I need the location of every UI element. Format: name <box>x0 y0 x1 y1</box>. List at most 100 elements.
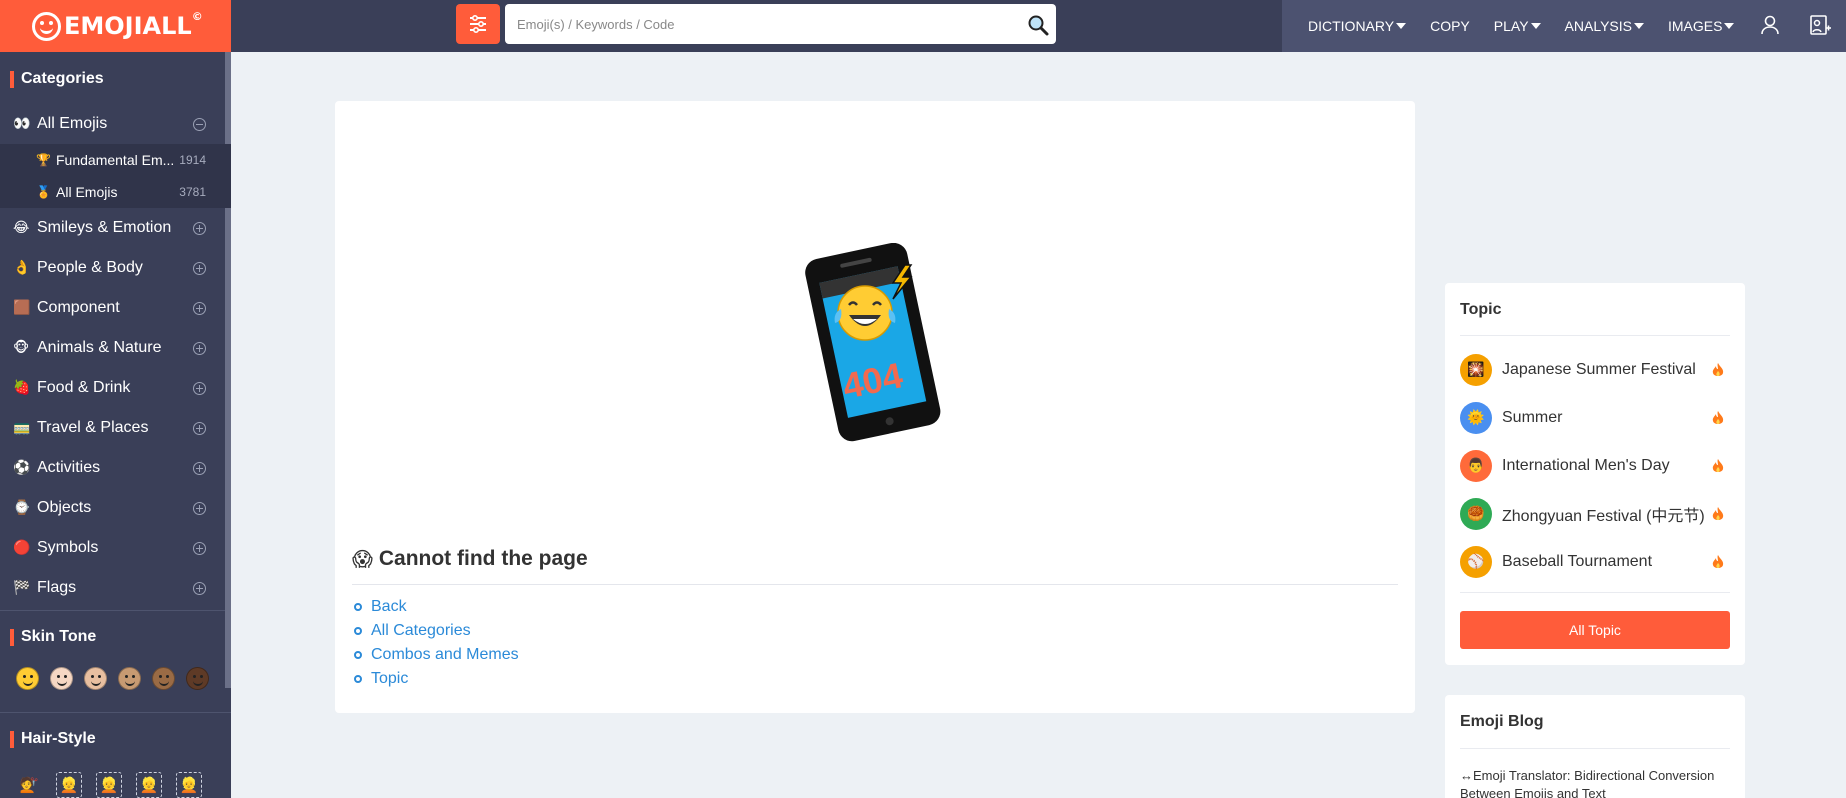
watch-icon: ⌚ <box>13 500 31 516</box>
category-smileys-emotion[interactable]: 😂 Smileys & Emotion <box>0 208 231 248</box>
caret-down-icon <box>1724 23 1735 29</box>
expand-icon[interactable] <box>193 542 206 555</box>
skin-tone-dark[interactable] <box>186 666 209 690</box>
nav-play[interactable]: PLAY <box>1482 0 1553 52</box>
fire-icon <box>1712 362 1724 376</box>
hair-style-option[interactable]: 👱 <box>56 772 82 798</box>
caret-down-icon <box>1396 23 1407 29</box>
filter-button[interactable] <box>456 4 500 44</box>
top-bar: EMOJIALL© DICTIONARY COPY PLAY ANALYSIS … <box>0 0 1846 52</box>
man-icon: 👨 <box>1460 450 1492 482</box>
back-link[interactable]: Back <box>371 598 407 616</box>
category-symbols[interactable]: 🔴 Symbols <box>0 528 231 568</box>
category-objects[interactable]: ⌚ Objects <box>0 488 231 528</box>
hair-style-option[interactable]: 👱 <box>136 772 162 798</box>
nav-images[interactable]: IMAGES <box>1656 0 1746 52</box>
fire-icon <box>1712 554 1724 568</box>
expand-icon[interactable] <box>193 582 206 595</box>
main-nav: DICTIONARY COPY PLAY ANALYSIS IMAGES <box>1282 0 1846 52</box>
category-travel-places[interactable]: 🚃 Travel & Places <box>0 408 231 448</box>
screaming-face-icon: 😱 <box>352 547 373 571</box>
add-image-icon[interactable] <box>1808 13 1832 37</box>
subcategory-fundamental[interactable]: 🏆 Fundamental Em... 1914 <box>0 144 231 176</box>
hair-style-default[interactable]: 💇 <box>16 772 42 798</box>
list-item: Back <box>354 595 519 619</box>
recovery-links: Back All Categories Combos and Memes Top… <box>354 595 519 691</box>
trophy-icon: 🏆 <box>36 153 51 167</box>
skin-tone-picker <box>0 663 231 693</box>
component-icon: 🟫 <box>13 300 31 316</box>
skin-tone-heading: Skin Tone <box>0 611 231 663</box>
expand-icon[interactable] <box>193 222 206 235</box>
topic-item[interactable]: 👨 International Men's Day <box>1460 442 1730 490</box>
category-component[interactable]: 🟫 Component <box>0 288 231 328</box>
fire-icon <box>1712 458 1724 472</box>
category-people-body[interactable]: 👌 People & Body <box>0 248 231 288</box>
mooncake-icon: 🥮 <box>1460 498 1492 530</box>
page-title: 😱 Cannot find the page <box>352 547 588 571</box>
skin-tone-medium[interactable] <box>118 666 141 690</box>
logo-text: EMOJIALL© <box>64 10 203 40</box>
hair-style-heading: Hair-Style <box>0 713 231 765</box>
monkey-icon: 🐵 <box>13 340 30 356</box>
bullet-icon <box>354 651 362 659</box>
combos-memes-link[interactable]: Combos and Memes <box>371 646 519 664</box>
fire-icon <box>1712 410 1724 424</box>
hair-style-option[interactable]: 👱 <box>176 772 202 798</box>
eyes-icon: 👀 <box>13 116 31 132</box>
fire-icon <box>1712 506 1724 520</box>
expand-icon[interactable] <box>193 262 206 275</box>
list-item: Combos and Memes <box>354 643 519 667</box>
topic-item[interactable]: 🥮 Zhongyuan Festival (中元节) <box>1460 490 1730 538</box>
search-box <box>505 4 1056 44</box>
expand-icon[interactable] <box>193 302 206 315</box>
category-flags[interactable]: 🏁 Flags <box>0 568 231 608</box>
expand-icon[interactable] <box>193 422 206 435</box>
topic-item[interactable]: 🎇 Japanese Summer Festival <box>1460 346 1730 394</box>
expand-icon[interactable] <box>193 502 206 515</box>
fireworks-icon: 🎇 <box>1460 354 1492 386</box>
search-input[interactable] <box>505 4 1005 44</box>
category-food-drink[interactable]: 🍓 Food & Drink <box>0 368 231 408</box>
bullet-icon <box>354 627 362 635</box>
topic-link[interactable]: Topic <box>371 670 408 688</box>
list-item: All Categories <box>354 619 519 643</box>
404-phone-illustration: 404 <box>805 243 941 442</box>
soccer-ball-icon: ⚽ <box>13 460 31 476</box>
category-all-emojis[interactable]: 👀 All Emojis <box>0 104 231 144</box>
ok-hand-icon: 👌 <box>13 260 31 276</box>
sidebar: Categories 👀 All Emojis 🏆 Fundamental Em… <box>0 52 231 798</box>
categories-heading: Categories <box>0 54 231 104</box>
expand-icon[interactable] <box>193 342 206 355</box>
category-activities[interactable]: ⚽ Activities <box>0 448 231 488</box>
subcategory-all-emojis[interactable]: 🏅 All Emojis 3781 <box>0 176 231 208</box>
skin-tone-medium-light[interactable] <box>84 666 107 690</box>
skin-tone-light[interactable] <box>50 666 73 690</box>
nav-analysis[interactable]: ANALYSIS <box>1553 0 1656 52</box>
blog-post-link[interactable]: ↔Emoji Translator: Bidirectional Convers… <box>1445 749 1745 798</box>
all-categories-link[interactable]: All Categories <box>371 622 471 640</box>
sun-icon: 🌞 <box>1460 402 1492 434</box>
item-count: 1914 <box>179 153 206 167</box>
hair-style-option[interactable]: 👱 <box>96 772 122 798</box>
filter-icon <box>470 15 486 33</box>
logo[interactable]: EMOJIALL© <box>0 0 231 52</box>
list-item: Topic <box>354 667 519 691</box>
skin-tone-default[interactable] <box>16 666 39 690</box>
topic-item[interactable]: ⚾ Baseball Tournament <box>1460 538 1730 586</box>
collapse-icon[interactable] <box>193 118 206 131</box>
all-topic-button[interactable]: All Topic <box>1460 611 1730 649</box>
caret-down-icon <box>1633 23 1644 29</box>
search-icon[interactable] <box>1026 13 1050 37</box>
expand-icon[interactable] <box>193 382 206 395</box>
category-animals-nature[interactable]: 🐵 Animals & Nature <box>0 328 231 368</box>
topic-item[interactable]: 🌞 Summer <box>1460 394 1730 442</box>
strawberry-icon: 🍓 <box>13 380 31 396</box>
user-icon[interactable] <box>1758 13 1782 37</box>
item-count: 3781 <box>179 185 206 199</box>
nav-copy[interactable]: COPY <box>1418 0 1482 52</box>
skin-tone-medium-dark[interactable] <box>152 666 175 690</box>
nav-dictionary[interactable]: DICTIONARY <box>1296 0 1418 52</box>
bullet-icon <box>354 603 362 611</box>
expand-icon[interactable] <box>193 462 206 475</box>
